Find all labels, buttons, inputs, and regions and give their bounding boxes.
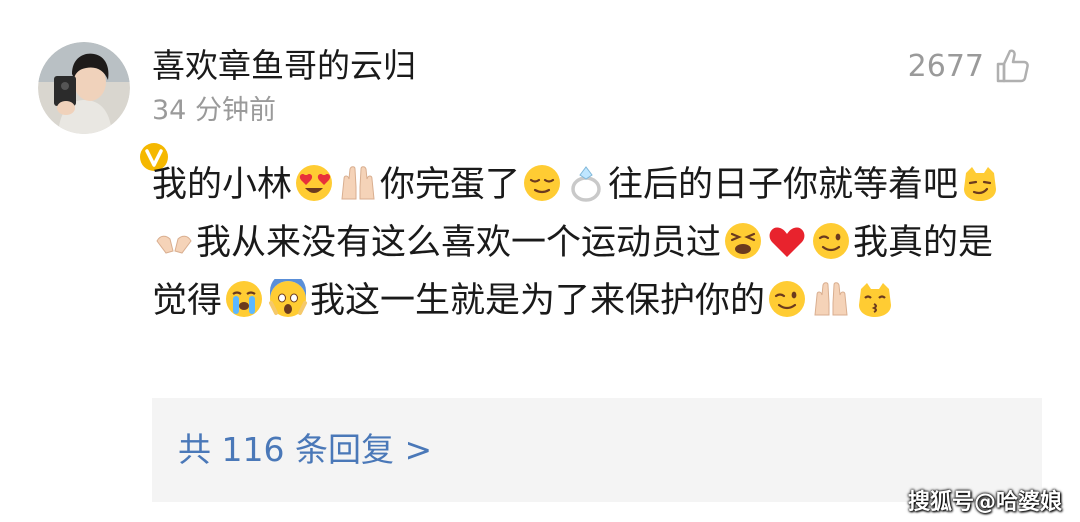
comment-text: 我从来没有这么喜欢一个运动员过 [196,223,722,263]
ring-emoji-icon [566,163,606,203]
crying-face-emoji-icon [224,279,264,319]
comment-text: 我这一生就是为了来保护你的 [310,281,766,321]
screaming-face-emoji-icon [268,279,308,319]
raised-hands-emoji-icon [338,163,378,203]
raised-hands-emoji-icon [811,279,851,319]
comment-timestamp: 34 分钟前 [152,95,276,126]
user-photo-icon [38,42,130,134]
comment-author-name[interactable]: 喜欢章鱼哥的云归 [152,44,416,88]
heart-eyes-emoji-icon [294,163,334,203]
view-replies-link[interactable]: 共 116 条回复 > [178,398,432,502]
tired-face-emoji-icon [723,221,763,261]
smirking-cat-emoji-icon [960,163,1000,203]
comment-text: 你完蛋了 [380,165,521,205]
watermark: 搜狐号@哈婆娘 [907,490,1062,515]
open-hands-emoji-icon [154,221,194,261]
avatar[interactable] [38,42,171,174]
like-button[interactable]: 2677 [908,44,1032,88]
comment-text: 我的小林 [152,165,293,205]
comment-text: 往后的日子你就等着吧 [608,165,959,205]
relieved-face-emoji-icon [522,163,562,203]
comment-body: 我的小林 你完蛋了 往后的日子你就等着吧 我从来没有这么喜欢一个运动员过 我真的是觉得我… [152,156,1022,330]
thumbs-up-icon [996,49,1029,83]
winking-face-emoji-icon [811,221,851,261]
kissing-cat-emoji-icon [855,279,895,319]
like-count: 2677 [907,48,984,84]
winking-face-emoji-icon [767,279,807,319]
red-heart-emoji-icon [767,221,807,261]
